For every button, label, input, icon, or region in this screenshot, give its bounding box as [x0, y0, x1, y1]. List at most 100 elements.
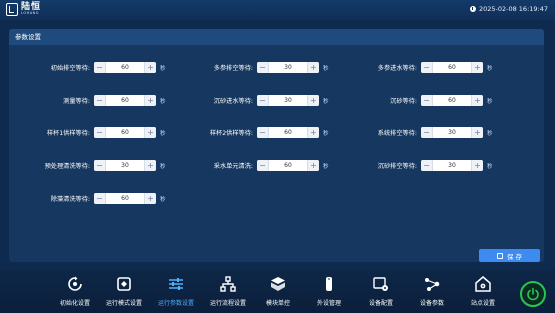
param-label: 样杯2供样等待:: [209, 130, 253, 137]
param-value-input[interactable]: 60: [268, 127, 308, 138]
save-icon: [496, 252, 503, 259]
param-value-input[interactable]: 60: [105, 127, 145, 138]
nav-item-label: 初始化设置: [59, 300, 90, 307]
increment-button[interactable]: +: [145, 193, 156, 204]
param-row: 沉砂排空等待: − 30 + 秒: [342, 159, 493, 172]
param-stepper: − 30 +: [421, 127, 483, 138]
param-stepper: − 60 +: [257, 127, 319, 138]
unit-label: 秒: [323, 65, 329, 72]
param-value-input[interactable]: 60: [432, 62, 472, 73]
increment-button[interactable]: +: [145, 160, 156, 171]
param-value-input[interactable]: 30: [268, 95, 308, 106]
increment-button[interactable]: +: [308, 127, 319, 138]
increment-button[interactable]: +: [472, 62, 483, 73]
param-stepper: − 30 +: [94, 160, 156, 171]
unit-label: 秒: [160, 98, 166, 105]
decrement-button[interactable]: −: [94, 160, 105, 171]
param-row: 样杯2供样等待: − 60 + 秒: [178, 126, 329, 139]
param-value-input[interactable]: 60: [105, 95, 145, 106]
param-stepper: − 30 +: [421, 160, 483, 171]
nav-item-label: 设备参数: [419, 300, 444, 307]
increment-button[interactable]: +: [308, 62, 319, 73]
increment-button[interactable]: +: [472, 95, 483, 106]
param-stepper: − 30 +: [257, 62, 319, 73]
param-label: 系统排空等待:: [377, 130, 417, 137]
increment-button[interactable]: +: [145, 127, 156, 138]
unit-label: 秒: [487, 98, 493, 105]
param-row: 预处理清洗等待: − 30 + 秒: [12, 159, 166, 172]
decrement-button[interactable]: −: [257, 160, 268, 171]
init-icon: [67, 274, 83, 294]
param-stepper: − 30 +: [257, 95, 319, 106]
param-label: 沉砂排空等待:: [377, 163, 417, 170]
decrement-button[interactable]: −: [421, 160, 432, 171]
save-button[interactable]: 保 存: [479, 249, 540, 262]
nav-item-label: 运行流程设置: [209, 300, 246, 307]
nav-item-label: 运行参数设置: [157, 300, 194, 307]
param-row: 多参进水等待: − 60 + 秒: [342, 61, 493, 74]
decrement-button[interactable]: −: [94, 127, 105, 138]
unit-label: 秒: [160, 130, 166, 137]
nav-item-label: 模块单控: [265, 300, 290, 307]
mode-icon: [116, 274, 132, 294]
decrement-button[interactable]: −: [94, 95, 105, 106]
unit-label: 秒: [487, 163, 493, 170]
datetime: 2025-02-08 16:19:47: [469, 5, 548, 13]
nav-item[interactable]: 运行参数设置: [146, 274, 206, 312]
param-label: 样杯1供样等待:: [46, 130, 90, 137]
param-label: 多参排空等待:: [213, 65, 253, 72]
decrement-button[interactable]: −: [421, 62, 432, 73]
param-row: 沉砂进水等待: − 30 + 秒: [178, 94, 329, 107]
power-button[interactable]: [520, 281, 546, 307]
param-value-input[interactable]: 30: [268, 62, 308, 73]
unit-label: 秒: [160, 65, 166, 72]
config-icon: [373, 274, 389, 294]
decrement-button[interactable]: −: [94, 62, 105, 73]
param-label: 沉砂进水等待:: [213, 98, 253, 105]
unit-label: 秒: [160, 196, 166, 203]
param-value-input[interactable]: 30: [432, 127, 472, 138]
increment-button[interactable]: +: [472, 160, 483, 171]
datetime-text: 2025-02-08 16:19:47: [478, 5, 548, 13]
decrement-button[interactable]: −: [421, 127, 432, 138]
unit-label: 秒: [323, 163, 329, 170]
increment-button[interactable]: +: [308, 160, 319, 171]
param-value-input[interactable]: 30: [432, 160, 472, 171]
decrement-button[interactable]: −: [257, 127, 268, 138]
decrement-button[interactable]: −: [94, 193, 105, 204]
param-value-input[interactable]: 60: [432, 95, 472, 106]
clock-icon: [469, 6, 476, 12]
increment-button[interactable]: +: [145, 62, 156, 73]
increment-button[interactable]: +: [145, 95, 156, 106]
logo: 陆恒 LOHANG: [6, 3, 41, 16]
param-label: 测量等待:: [63, 98, 90, 105]
param-label: 多参进水等待:: [377, 65, 417, 72]
decrement-button[interactable]: −: [257, 62, 268, 73]
unit-label: 秒: [487, 130, 493, 137]
decrement-button[interactable]: −: [257, 95, 268, 106]
decrement-button[interactable]: −: [421, 95, 432, 106]
panel-title: 参数设置: [9, 29, 544, 45]
home-gear-icon: [475, 274, 491, 294]
param-label: 沉砂等待:: [390, 98, 417, 105]
param-value-input[interactable]: 60: [268, 160, 308, 171]
increment-button[interactable]: +: [308, 95, 319, 106]
param-row: 采水单元清洗: − 60 + 秒: [178, 159, 329, 172]
power-icon: [527, 287, 539, 301]
param-value-input[interactable]: 30: [105, 160, 145, 171]
logo-mark-icon: [6, 3, 18, 16]
nav-item[interactable]: 外设管理: [299, 274, 359, 312]
param-row: 系统排空等待: − 30 + 秒: [342, 126, 493, 139]
unit-label: 秒: [323, 98, 329, 105]
param-value-input[interactable]: 60: [105, 193, 145, 204]
nav-item[interactable]: 运行模式设置: [94, 274, 154, 312]
nav-item-label: 站点设置: [470, 300, 495, 307]
save-label: 保 存: [506, 252, 523, 261]
unit-label: 秒: [160, 163, 166, 170]
nav-item[interactable]: 站点设置: [453, 274, 513, 312]
param-stepper: − 60 +: [421, 95, 483, 106]
nav-item-label: 设备配置: [368, 300, 393, 307]
logo-en: LOHANG: [21, 11, 39, 16]
increment-button[interactable]: +: [472, 127, 483, 138]
param-value-input[interactable]: 60: [105, 62, 145, 73]
